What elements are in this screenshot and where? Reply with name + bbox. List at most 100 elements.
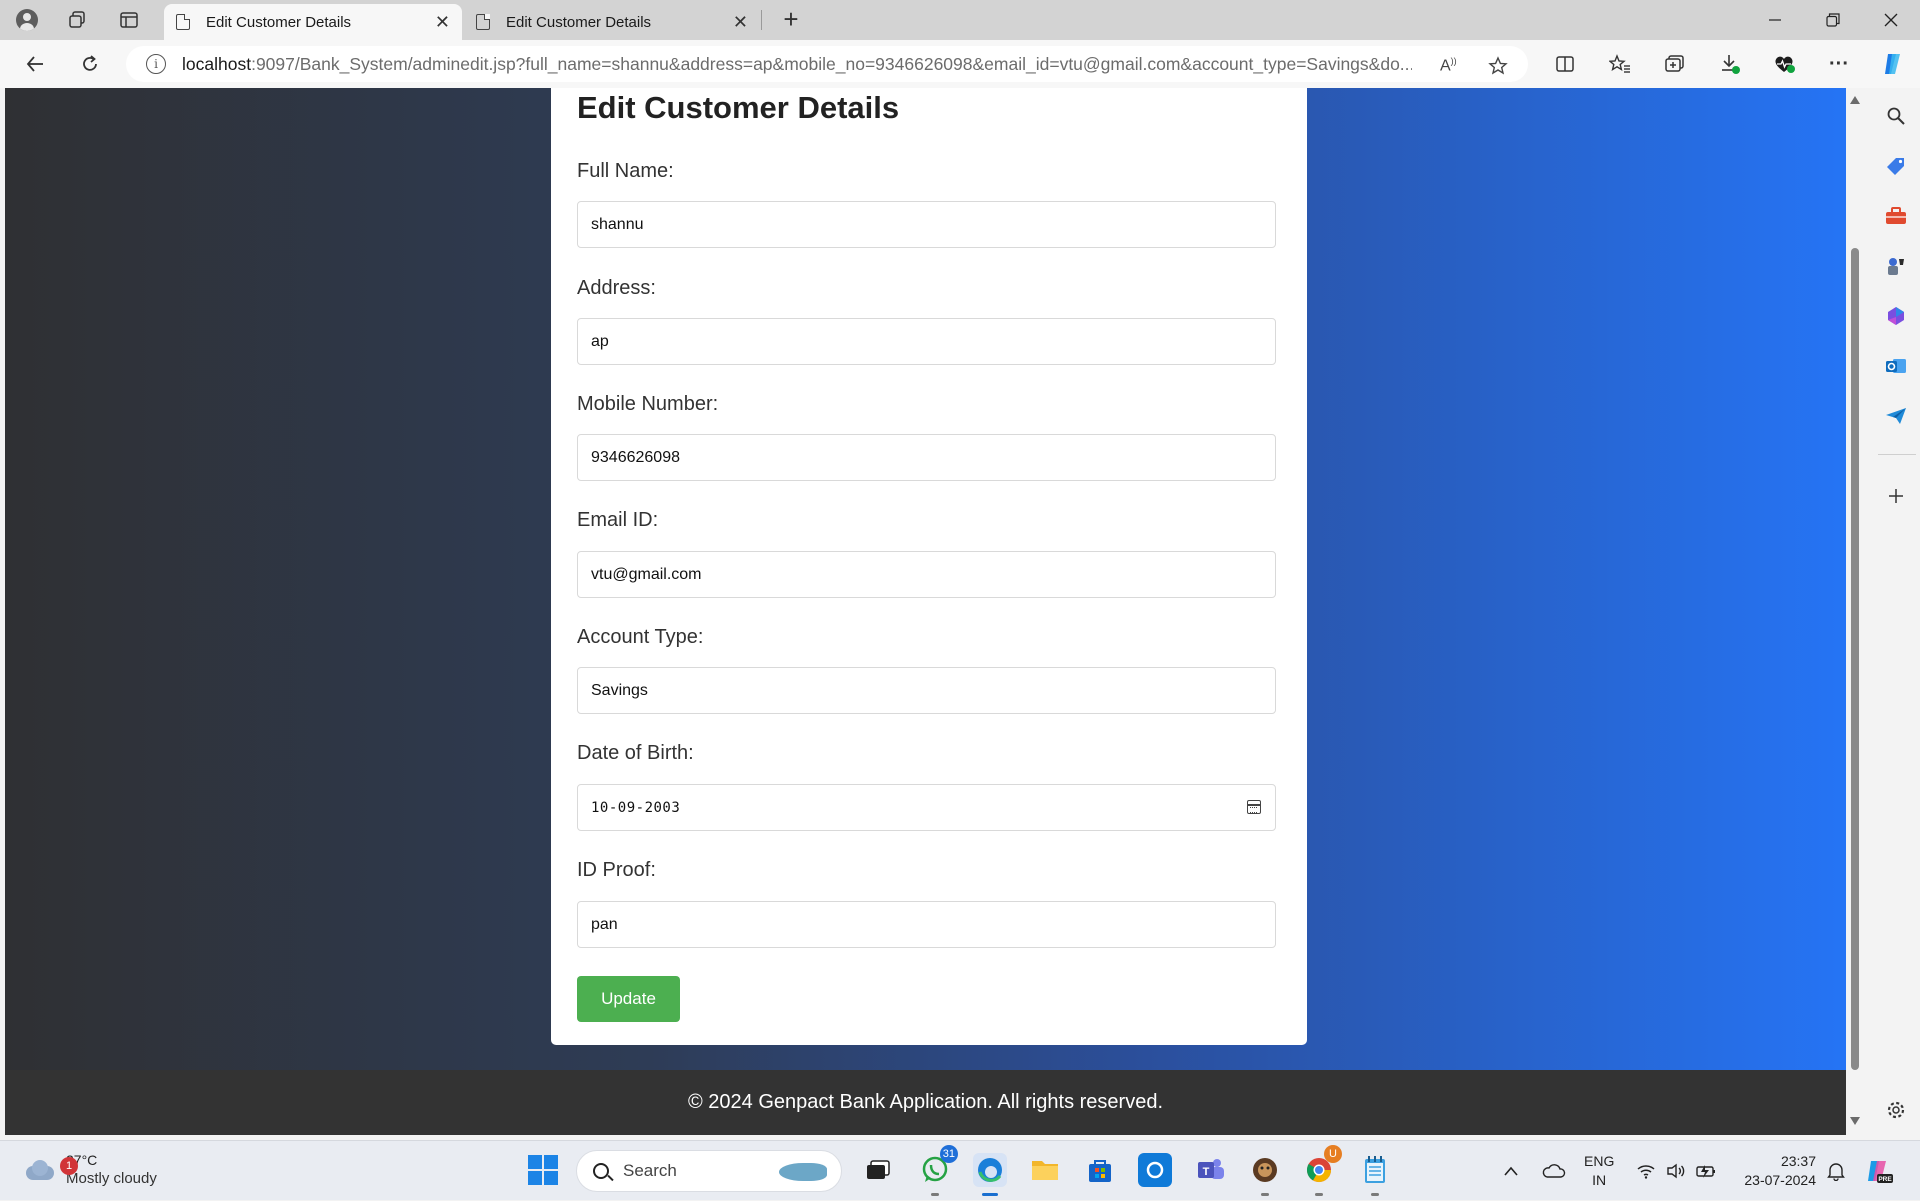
weather-widget[interactable]: 1 27°C Mostly cloudy	[22, 1151, 157, 1189]
vertical-scrollbar[interactable]	[1846, 88, 1864, 1135]
show-hidden-icons-button[interactable]	[1503, 1141, 1519, 1201]
whatsapp-app[interactable]: 31	[918, 1145, 958, 1196]
collections-button[interactable]	[1662, 52, 1688, 76]
tab-strip: Edit Customer Details ✕ Edit Customer De…	[0, 0, 1920, 40]
page-viewport: Edit Customer Details Full Name: shannu …	[5, 88, 1846, 1135]
read-aloud-icon[interactable]: A))	[1440, 56, 1457, 75]
onedrive-tray[interactable]	[1542, 1141, 1566, 1201]
network-tray[interactable]	[1636, 1141, 1656, 1201]
close-tab-icon[interactable]: ✕	[733, 12, 748, 33]
more-dots-icon: ···	[1829, 52, 1849, 75]
browser-essentials-button[interactable]	[1772, 52, 1798, 76]
copilot-button[interactable]	[1880, 52, 1906, 76]
close-window-button[interactable]	[1862, 0, 1920, 40]
language-region: IN	[1592, 1172, 1607, 1188]
wifi-icon	[1637, 1165, 1655, 1179]
sidebar-send-icon[interactable]	[1884, 404, 1908, 428]
email-id-input[interactable]: vtu@gmail.com	[577, 551, 1276, 598]
running-indicator	[931, 1193, 939, 1196]
scroll-up-arrow-icon[interactable]	[1850, 96, 1860, 104]
scroll-down-arrow-icon[interactable]	[1850, 1117, 1860, 1125]
full-name-input[interactable]: shannu	[577, 201, 1276, 248]
chrome-app[interactable]: U	[1302, 1145, 1342, 1196]
start-button[interactable]	[528, 1155, 558, 1185]
restore-button[interactable]	[1804, 0, 1862, 40]
sidebar-m365-icon[interactable]	[1884, 304, 1908, 328]
taskbar-clock[interactable]: 23:37 23-07-2024	[1736, 1152, 1816, 1190]
notification-center-button[interactable]	[1826, 1141, 1846, 1201]
close-tab-icon[interactable]: ✕	[435, 12, 450, 33]
settings-and-more-button[interactable]: ···	[1826, 52, 1852, 76]
cloudy-weather-icon	[22, 1158, 56, 1182]
file-explorer-app[interactable]	[1028, 1153, 1062, 1187]
scrollbar-thumb[interactable]	[1851, 248, 1859, 1070]
back-button[interactable]	[18, 48, 52, 80]
profile-icon	[16, 9, 38, 31]
page-icon	[476, 14, 490, 30]
account-type-input[interactable]: Savings	[577, 667, 1276, 714]
weather-condition: Mostly cloudy	[66, 1170, 157, 1187]
microsoft-store-app[interactable]	[1083, 1153, 1117, 1187]
copilot-pre-icon: PRE	[1868, 1161, 1893, 1183]
date-of-birth-input[interactable]: 10-09-2003	[577, 784, 1276, 831]
taskbar-search[interactable]: Search	[576, 1150, 842, 1192]
full-name-label: Full Name:	[577, 160, 674, 182]
site-info-icon[interactable]: i	[146, 54, 166, 74]
minimize-icon	[1769, 19, 1781, 21]
speaker-icon	[1667, 1163, 1685, 1179]
update-button[interactable]: Update	[577, 976, 680, 1022]
onedrive-cloud-icon	[1542, 1164, 1566, 1178]
chrome-profile-badge-icon: U	[1324, 1145, 1342, 1163]
sidebar-shopping-tag-icon[interactable]	[1884, 154, 1908, 178]
profile-button[interactable]	[12, 6, 42, 34]
refresh-button[interactable]	[73, 48, 107, 80]
split-screen-button[interactable]	[1552, 52, 1578, 76]
new-tab-button[interactable]: +	[776, 4, 806, 34]
address-input[interactable]: ap	[577, 318, 1276, 365]
search-icon	[593, 1163, 609, 1179]
search-highlight-icon	[779, 1163, 827, 1181]
minimize-button[interactable]	[1746, 0, 1804, 40]
game-app[interactable]	[1248, 1153, 1282, 1196]
address-label: Address:	[577, 277, 656, 299]
input-language-indicator[interactable]: ENG IN	[1584, 1152, 1614, 1190]
sidebar-settings-gear-icon[interactable]	[1884, 1098, 1908, 1122]
download-icon	[1722, 55, 1740, 74]
whatsapp-unread-count: 31	[939, 1145, 958, 1163]
battery-charging-icon	[1696, 1165, 1715, 1178]
weather-temperature: 27°C	[66, 1152, 98, 1168]
id-proof-label: ID Proof:	[577, 859, 656, 881]
windows-logo-icon	[544, 1155, 558, 1169]
teams-app[interactable]: T	[1194, 1153, 1228, 1187]
running-indicator	[1371, 1193, 1379, 1196]
calendar-icon[interactable]	[1247, 800, 1261, 814]
favorite-star-icon[interactable]	[1488, 56, 1508, 81]
restore-icon	[1826, 13, 1840, 27]
tab-edit-customer-2[interactable]: Edit Customer Details ✕	[464, 4, 760, 40]
url-path: :9097/Bank_System/adminedit.jsp?full_nam…	[251, 53, 1412, 74]
date-of-birth-label: Date of Birth:	[577, 742, 694, 764]
sidebar-games-icon[interactable]	[1884, 254, 1908, 278]
url-text[interactable]: localhost:9097/Bank_System/adminedit.jsp…	[182, 54, 1412, 75]
address-bar[interactable]: i localhost:9097/Bank_System/adminedit.j…	[126, 46, 1528, 82]
sidebar-tools-icon[interactable]	[1884, 204, 1908, 228]
volume-tray[interactable]	[1666, 1141, 1686, 1201]
workspaces-button[interactable]	[64, 8, 90, 32]
sidebar-add-icon[interactable]	[1884, 484, 1908, 508]
sidebar-outlook-icon[interactable]	[1884, 354, 1908, 378]
sidebar-search-icon[interactable]	[1884, 104, 1908, 128]
tab-edit-customer-1[interactable]: Edit Customer Details ✕	[164, 4, 462, 40]
notepad-app[interactable]	[1358, 1153, 1392, 1196]
downloads-button[interactable]	[1717, 52, 1743, 76]
vertical-tabs-button[interactable]	[116, 8, 142, 32]
cortana-app[interactable]	[1138, 1153, 1172, 1187]
folder-icon	[1032, 1161, 1058, 1180]
copilot-preview-button[interactable]: PRE	[1864, 1141, 1894, 1201]
id-proof-input[interactable]: pan	[577, 901, 1276, 948]
mobile-number-input[interactable]: 9346626098	[577, 434, 1276, 481]
battery-tray[interactable]	[1696, 1141, 1718, 1201]
email-id-label: Email ID:	[577, 509, 659, 531]
favorites-button[interactable]	[1607, 52, 1633, 76]
task-view-button[interactable]	[861, 1153, 895, 1187]
edge-app[interactable]	[973, 1153, 1007, 1196]
